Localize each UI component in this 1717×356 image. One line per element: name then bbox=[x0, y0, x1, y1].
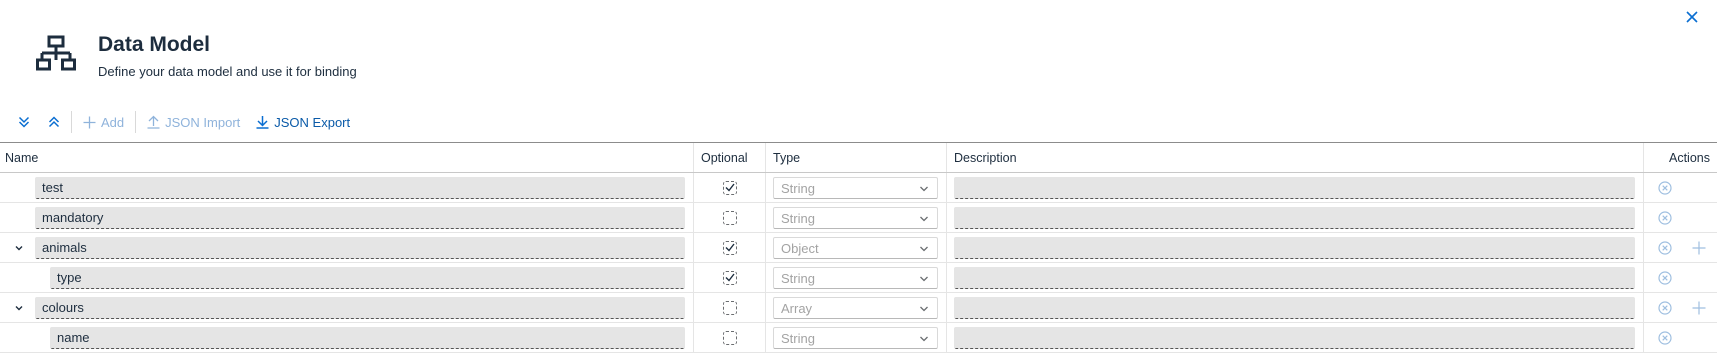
description-input[interactable] bbox=[954, 327, 1635, 349]
type-select[interactable]: String bbox=[773, 177, 938, 199]
description-input[interactable] bbox=[954, 237, 1635, 259]
field-name-input[interactable]: animals bbox=[35, 237, 685, 259]
optional-checkbox[interactable] bbox=[722, 180, 737, 195]
checkmark-icon bbox=[725, 243, 735, 252]
chevron-down-icon bbox=[15, 246, 23, 251]
dialog-header: Data Model Define your data model and us… bbox=[36, 30, 357, 79]
optional-checkbox[interactable] bbox=[722, 330, 737, 345]
json-import-label: JSON Import bbox=[165, 114, 241, 130]
field-name-input[interactable]: colours bbox=[35, 297, 685, 319]
collapse-row-button[interactable] bbox=[12, 241, 26, 255]
toolbar-separator bbox=[135, 111, 137, 133]
table-row: animals Object bbox=[0, 233, 1717, 263]
delete-icon[interactable] bbox=[1658, 211, 1672, 225]
field-name-input[interactable]: name bbox=[50, 327, 685, 349]
expand-all-button[interactable] bbox=[12, 109, 36, 135]
json-export-label: JSON Export bbox=[274, 114, 351, 130]
type-select-value: String bbox=[781, 180, 815, 196]
type-select-value: Object bbox=[781, 240, 819, 256]
description-input[interactable] bbox=[954, 267, 1635, 289]
checkmark-icon bbox=[725, 183, 735, 192]
description-input[interactable] bbox=[954, 297, 1635, 319]
add-child-icon[interactable] bbox=[1691, 300, 1707, 316]
column-header-type[interactable]: Type bbox=[766, 143, 947, 172]
type-select[interactable]: String bbox=[773, 267, 938, 289]
collapse-row-button[interactable] bbox=[12, 301, 26, 315]
type-select[interactable]: String bbox=[773, 327, 938, 349]
optional-checkbox[interactable] bbox=[722, 300, 737, 315]
checkmark-icon bbox=[725, 273, 735, 282]
chevron-down-icon bbox=[920, 306, 928, 312]
toolbar: Add JSON Import JSON Export bbox=[12, 109, 356, 135]
close-button[interactable] bbox=[1681, 6, 1703, 28]
type-select-value: String bbox=[781, 270, 815, 286]
chevron-down-icon bbox=[920, 216, 928, 222]
collapse-all-button[interactable] bbox=[42, 109, 66, 135]
dialog-title: Data Model bbox=[98, 33, 211, 56]
chevron-down-icon bbox=[920, 276, 928, 282]
column-header-name[interactable]: Name bbox=[0, 143, 694, 172]
column-header-actions: Actions bbox=[1669, 150, 1710, 165]
data-model-table: Name Optional Type Description Actions t… bbox=[0, 142, 1717, 353]
column-header-optional[interactable]: Optional bbox=[694, 143, 766, 172]
optional-checkbox[interactable] bbox=[722, 240, 737, 255]
expand-all-icon bbox=[18, 116, 30, 128]
close-icon bbox=[1686, 11, 1698, 23]
table-row: name String bbox=[0, 323, 1717, 353]
delete-icon[interactable] bbox=[1658, 271, 1672, 285]
toolbar-separator bbox=[71, 111, 72, 133]
chevron-down-icon bbox=[15, 306, 23, 311]
table-row: type String bbox=[0, 263, 1717, 293]
chevron-down-icon bbox=[920, 336, 928, 342]
type-select[interactable]: Array bbox=[773, 297, 938, 319]
chevron-down-icon bbox=[920, 186, 928, 192]
description-input[interactable] bbox=[954, 177, 1635, 199]
plus-icon bbox=[83, 116, 96, 128]
type-select-value: String bbox=[781, 330, 815, 346]
type-select[interactable]: Object bbox=[773, 237, 938, 259]
type-select[interactable]: String bbox=[773, 207, 938, 229]
column-header-description[interactable]: Description bbox=[947, 143, 1644, 172]
dialog-subtitle: Define your data model and use it for bi… bbox=[98, 64, 357, 79]
description-input[interactable] bbox=[954, 207, 1635, 229]
add-button[interactable]: Add bbox=[77, 109, 130, 135]
field-name-input[interactable]: type bbox=[50, 267, 685, 289]
table-row: test String bbox=[0, 173, 1717, 203]
hierarchy-icon bbox=[36, 35, 76, 71]
table-header-row: Name Optional Type Description Actions bbox=[0, 143, 1717, 173]
add-button-label: Add bbox=[101, 114, 125, 130]
upload-icon bbox=[147, 115, 160, 129]
json-import-button[interactable]: JSON Import bbox=[141, 109, 246, 135]
field-name-input[interactable]: mandatory bbox=[35, 207, 685, 229]
delete-icon[interactable] bbox=[1658, 301, 1672, 315]
delete-icon[interactable] bbox=[1658, 331, 1672, 345]
download-icon bbox=[256, 116, 269, 129]
collapse-all-icon bbox=[48, 116, 60, 128]
optional-checkbox[interactable] bbox=[722, 270, 737, 285]
optional-checkbox[interactable] bbox=[722, 210, 737, 225]
delete-icon[interactable] bbox=[1658, 181, 1672, 195]
table-row: mandatory String bbox=[0, 203, 1717, 233]
table-row: colours Array bbox=[0, 293, 1717, 323]
delete-icon[interactable] bbox=[1658, 241, 1672, 255]
field-name-input[interactable]: test bbox=[35, 177, 685, 199]
type-select-value: Array bbox=[781, 300, 813, 316]
json-export-button[interactable]: JSON Export bbox=[250, 109, 356, 135]
type-select-value: String bbox=[781, 210, 815, 226]
chevron-down-icon bbox=[920, 246, 928, 252]
add-child-icon[interactable] bbox=[1691, 240, 1707, 256]
